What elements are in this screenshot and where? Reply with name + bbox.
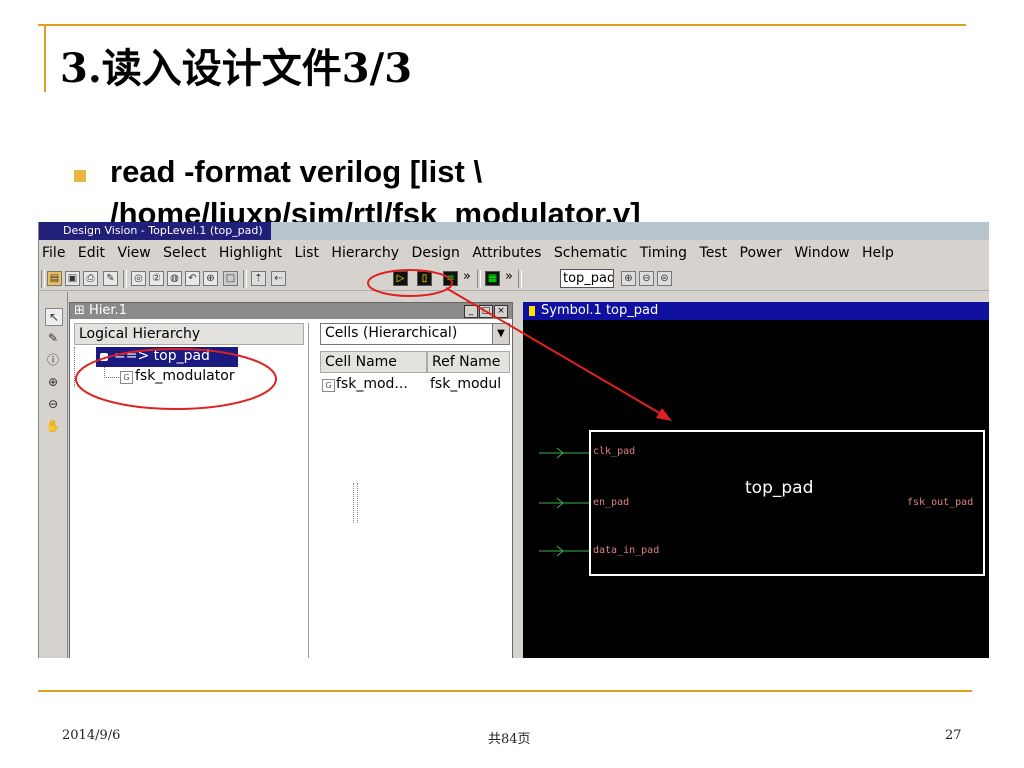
menu-hierarchy[interactable]: Hierarchy (331, 245, 399, 261)
hier-panel-title: Hier.1 (89, 303, 127, 318)
tree-column-header[interactable]: Logical Hierarchy (74, 323, 304, 345)
design-select-combo[interactable]: top_pad (560, 269, 614, 288)
ref-name-value: fsk_modul (430, 376, 502, 392)
zoom-fit-icon[interactable]: ◎ (131, 271, 146, 286)
zoom-in-small-icon[interactable]: ⊕ (621, 271, 636, 286)
stop-icon[interactable]: □ (223, 271, 238, 286)
menu-bar: File Edit View Select Highlight List Hie… (39, 242, 989, 264)
menu-schematic[interactable]: Schematic (554, 245, 627, 261)
title-accent-bar (44, 24, 46, 92)
info-icon[interactable]: ⓘ (45, 352, 61, 368)
menu-view[interactable]: View (117, 245, 150, 261)
toolbar-separator (243, 270, 247, 288)
symbol-view-panel[interactable]: Symbol.1 top_pad clk_pad en_pad data_in_… (523, 302, 989, 658)
hierarchy-icon: ⊞ (74, 303, 85, 318)
chevron-down-icon[interactable]: ▼ (492, 324, 509, 344)
pencil-icon[interactable]: ✎ (45, 330, 61, 346)
zoom-in-tool-icon[interactable]: ⊕ (45, 374, 61, 390)
footer-date: 2014/9/6 (62, 728, 121, 743)
push-up-icon[interactable]: ⇡ (251, 271, 266, 286)
menu-select[interactable]: Select (163, 245, 206, 261)
footer-page-count: 共84页 (488, 732, 531, 747)
toolbar-separator (41, 270, 45, 288)
logical-hierarchy-pane: Logical Hierarchy ==> top_pad G fsk_modu… (70, 323, 309, 658)
tree-item-label: ==> top_pad (114, 348, 210, 364)
column-header-ref-name[interactable]: Ref Name (427, 351, 510, 373)
print-icon[interactable]: ⎙ (83, 271, 98, 286)
bullet-text-line-1: read -format verilog [list \ (110, 154, 483, 189)
toolbar-overflow-button-2[interactable]: » (505, 269, 513, 284)
menu-file[interactable]: File (42, 245, 65, 261)
menu-test[interactable]: Test (700, 245, 728, 261)
menu-help[interactable]: Help (862, 245, 894, 261)
path-icon[interactable]: ≡ (443, 271, 458, 286)
cells-dropdown-value: Cells (Hierarchical) (325, 325, 458, 341)
tree-item-top-pad[interactable]: ==> top_pad (96, 347, 238, 367)
menu-timing[interactable]: Timing (640, 245, 687, 261)
pin-fsk-out-pad: fsk_out_pad (907, 497, 974, 508)
zoom-prev-icon[interactable]: ↶ (185, 271, 200, 286)
column-header-cell-name[interactable]: Cell Name (320, 351, 427, 373)
zoom-fit-small-icon[interactable]: ⊜ (657, 271, 672, 286)
zoom-area-icon[interactable]: ◍ (167, 271, 182, 286)
bullet-marker (74, 170, 86, 182)
hierarchy-view-icon[interactable]: ▦ (485, 271, 500, 286)
cells-dropdown[interactable]: Cells (Hierarchical) ▼ (320, 323, 510, 345)
schematic-view-icon[interactable]: ▯ (417, 271, 432, 286)
hier-panel: ⊞ Hier.1 _ □ × Logical Hierarchy ==> top_p… (69, 302, 513, 658)
menu-window[interactable]: Window (794, 245, 849, 261)
zoom-2-icon[interactable]: ② (149, 271, 164, 286)
menu-power[interactable]: Power (740, 245, 782, 261)
table-row[interactable]: G fsk_mod... fsk_modul (320, 375, 510, 395)
pin-data-in-pad: data_in_pad (593, 545, 660, 556)
menu-list[interactable]: List (294, 245, 318, 261)
design-icon (100, 353, 108, 361)
edit-icon[interactable]: ✎ (103, 271, 118, 286)
symbol-view-icon[interactable]: ▷ (393, 271, 408, 286)
pop-icon[interactable]: ⇠ (271, 271, 286, 286)
design-vision-window: Design Vision - TopLevel.1 (top_pad) Fil… (38, 222, 989, 658)
cell-icon: G (120, 371, 133, 384)
footer-rule (38, 690, 972, 692)
toolbar-separator (123, 270, 127, 288)
save-icon[interactable]: ▣ (65, 271, 80, 286)
cell-icon: G (322, 379, 335, 392)
close-icon[interactable]: × (494, 305, 508, 318)
tree-line (104, 367, 119, 378)
window-titlebar: Design Vision - TopLevel.1 (top_pad) (39, 222, 989, 240)
toolbar-separator (477, 270, 481, 288)
open-icon[interactable]: ▤ (47, 271, 62, 286)
block-name: top_pad (745, 478, 814, 498)
slide-title: 3.读入设计文件3/3 (60, 45, 413, 92)
tree-item-label: fsk_modulator (135, 368, 235, 384)
menu-attributes[interactable]: Attributes (472, 245, 541, 261)
zoom-out-tool-icon[interactable]: ⊖ (45, 396, 61, 412)
toolbar-separator (518, 270, 522, 288)
minimize-icon[interactable]: _ (464, 305, 478, 318)
pointer-icon[interactable]: ↖ (45, 308, 63, 326)
window-title: Design Vision - TopLevel.1 (top_pad) (39, 222, 271, 240)
menu-edit[interactable]: Edit (78, 245, 105, 261)
toolbar-overflow-button[interactable]: » (463, 269, 471, 284)
left-tool-palette: ↖ ✎ ⓘ ⊕ ⊖ ✋ (39, 292, 68, 658)
pin-clk-pad: clk_pad (593, 446, 636, 457)
footer-slide-number: 27 (945, 728, 962, 743)
main-toolbar: ▤ ▣ ⎙ ✎ ◎ ② ◍ ↶ ⊕ □ ⇡ ⇠ ▷ ▯ ≡ » ▦ » ⊕ ⊖ … (39, 266, 989, 291)
pin-en-pad: en_pad (593, 497, 630, 508)
maximize-icon[interactable]: □ (479, 305, 493, 318)
zoom-in-icon[interactable]: ⊕ (203, 271, 218, 286)
hand-pan-icon[interactable]: ✋ (45, 418, 61, 434)
tree-item-fsk-modulator[interactable]: G fsk_modulator (120, 367, 290, 387)
hier-panel-header: ⊞ Hier.1 _ □ × (70, 303, 512, 319)
hier-window-buttons: _ □ × (463, 305, 508, 321)
menu-design[interactable]: Design (412, 245, 460, 261)
cell-name-value: fsk_mod... (336, 376, 408, 392)
tree-line (74, 347, 83, 387)
menu-highlight[interactable]: Highlight (219, 245, 282, 261)
header-rule (38, 24, 966, 26)
zoom-out-small-icon[interactable]: ⊖ (639, 271, 654, 286)
splitter-grip[interactable] (353, 483, 358, 523)
